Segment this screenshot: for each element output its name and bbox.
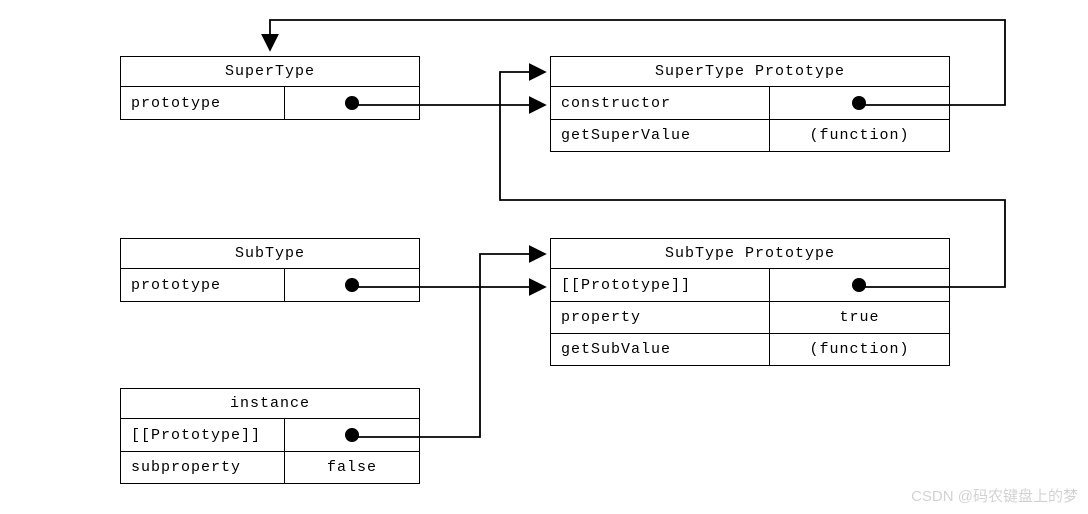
- subtype-prototype-label: prototype: [121, 269, 285, 301]
- instance-subproperty-value: false: [285, 452, 419, 483]
- table-row: prototype: [121, 87, 419, 119]
- table-row: [[Prototype]]: [121, 419, 419, 451]
- supertype-proto-box: SuperType Prototype constructor getSuper…: [550, 56, 950, 152]
- subtype-proto-getsubvalue-label: getSubValue: [551, 334, 770, 365]
- table-row: getSubValue (function): [551, 333, 949, 365]
- supertype-proto-getsupervalue-label: getSuperValue: [551, 120, 770, 151]
- supertype-proto-title: SuperType Prototype: [551, 57, 949, 87]
- subtype-proto-property-value: true: [770, 302, 949, 333]
- pointer-dot-icon: [345, 278, 359, 292]
- supertype-proto-constructor-value: [770, 87, 949, 119]
- subtype-proto-getsubvalue-value: (function): [770, 334, 949, 365]
- instance-title: instance: [121, 389, 419, 419]
- instance-prototype-label: [[Prototype]]: [121, 419, 285, 451]
- instance-box: instance [[Prototype]] subproperty false: [120, 388, 420, 484]
- supertype-prototype-label: prototype: [121, 87, 285, 119]
- table-row: property true: [551, 301, 949, 333]
- table-row: [[Prototype]]: [551, 269, 949, 301]
- subtype-prototype-value: [285, 269, 419, 301]
- subtype-box: SubType prototype: [120, 238, 420, 302]
- pointer-dot-icon: [345, 96, 359, 110]
- watermark-text: CSDN @码农键盘上的梦: [911, 485, 1078, 506]
- pointer-dot-icon: [852, 96, 866, 110]
- subtype-proto-prototype-value: [770, 269, 949, 301]
- subtype-proto-box: SubType Prototype [[Prototype]] property…: [550, 238, 950, 366]
- subtype-proto-property-label: property: [551, 302, 770, 333]
- subtype-proto-prototype-label: [[Prototype]]: [551, 269, 770, 301]
- supertype-prototype-value: [285, 87, 419, 119]
- subtype-proto-title: SubType Prototype: [551, 239, 949, 269]
- supertype-title: SuperType: [121, 57, 419, 87]
- instance-prototype-value: [285, 419, 419, 451]
- subtype-title: SubType: [121, 239, 419, 269]
- table-row: prototype: [121, 269, 419, 301]
- supertype-proto-constructor-label: constructor: [551, 87, 770, 119]
- table-row: getSuperValue (function): [551, 119, 949, 151]
- supertype-box: SuperType prototype: [120, 56, 420, 120]
- table-row: constructor: [551, 87, 949, 119]
- supertype-proto-getsupervalue-value: (function): [770, 120, 949, 151]
- instance-subproperty-label: subproperty: [121, 452, 285, 483]
- pointer-dot-icon: [345, 428, 359, 442]
- pointer-dot-icon: [852, 278, 866, 292]
- table-row: subproperty false: [121, 451, 419, 483]
